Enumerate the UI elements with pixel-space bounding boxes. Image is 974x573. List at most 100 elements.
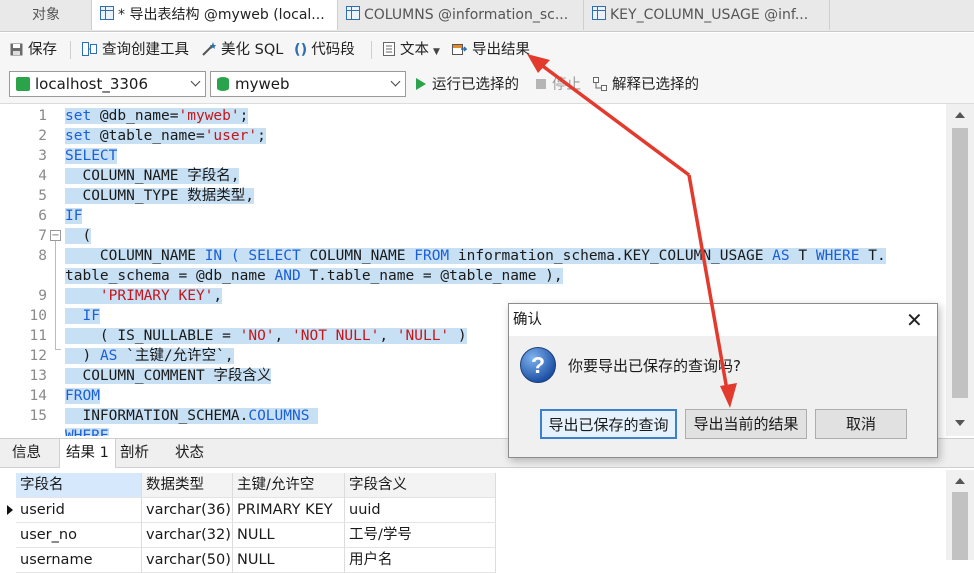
code-text: T. [859, 248, 886, 264]
export-results-button[interactable]: 导出结果 [452, 33, 530, 67]
keyword: WHERE [65, 428, 109, 436]
cancel-button[interactable]: 取消 [815, 409, 907, 439]
keyword: IF [82, 308, 100, 324]
table-cell[interactable]: user_no [16, 523, 142, 548]
close-icon[interactable]: ✕ [906, 304, 923, 336]
text-file-icon [383, 42, 395, 56]
query-tab-icon [100, 6, 114, 20]
string-literal: 'NO' [239, 328, 275, 344]
tab-columns[interactable]: COLUMNS @information_sc... [338, 0, 584, 30]
keyword: FROM [65, 388, 100, 404]
table-cell[interactable]: PRIMARY KEY [233, 498, 345, 523]
code-text: , [274, 328, 292, 344]
explain-selected-button[interactable]: 解释已选择的 [593, 68, 699, 102]
database-select[interactable]: myweb [210, 71, 406, 97]
text-button[interactable]: 文本 ▼ [383, 33, 440, 67]
tab-export-structure[interactable]: * 导出表结构 @myweb (local... [92, 0, 338, 30]
code-text: T.table_name = @table_name ), [300, 268, 563, 284]
table-cell[interactable]: userid [16, 498, 142, 523]
editor-scrollbar[interactable] [946, 104, 974, 436]
current-row-icon [7, 505, 13, 515]
tab-columns-label: COLUMNS @information_sc... [364, 7, 569, 23]
table-cell[interactable]: 用户名 [345, 548, 496, 573]
line-number: 2 [38, 128, 47, 144]
table-cell[interactable]: NULL [233, 548, 345, 573]
stop-icon [536, 79, 546, 89]
table-cell[interactable]: varchar(32) [142, 523, 233, 548]
database-value: myweb [235, 75, 290, 93]
keyword: WHERE [815, 248, 860, 264]
play-icon [416, 78, 426, 90]
keyword: set [65, 108, 92, 124]
scroll-thumb[interactable] [952, 492, 968, 560]
line-number: 6 [38, 208, 47, 224]
tab-objects[interactable]: 对象 [0, 0, 92, 30]
scroll-thumb[interactable] [952, 128, 968, 398]
snippet-button[interactable]: () 代码段 [294, 33, 355, 67]
scroll-up-icon[interactable] [955, 478, 965, 484]
grid-scrollbar[interactable] [946, 470, 974, 560]
code-text: COLUMN_COMMENT 字段含义 [82, 368, 272, 384]
table-cell[interactable]: 工号/学号 [345, 523, 496, 548]
save-label: 保存 [28, 42, 57, 58]
table-cell[interactable]: varchar(50) [142, 548, 233, 573]
tab-key-column-usage-label: KEY_COLUMN_USAGE @inf... [610, 7, 809, 23]
string-literal: 'myweb' [178, 108, 240, 124]
code-line: COLUMN_COMMENT 字段含义 [65, 366, 272, 386]
code-text: COLUMN_TYPE 数据类型, [82, 188, 254, 204]
line-number: 4 [38, 168, 47, 184]
keyword: IN [204, 248, 223, 264]
export-results-label: 导出结果 [472, 42, 530, 58]
tab-profile[interactable]: 剖析 [114, 439, 155, 467]
server-icon [16, 77, 30, 91]
table-cell[interactable]: uuid [345, 498, 496, 523]
toolbar-divider [70, 41, 71, 59]
tab-result-1[interactable]: 结果 1 [59, 439, 116, 468]
keyword: SELECT [65, 148, 118, 164]
line-number: 5 [38, 188, 47, 204]
column-header[interactable]: 字段含义 [345, 473, 496, 498]
code-text: ; [239, 108, 249, 124]
code-line: 'PRIMARY KEY', [65, 286, 223, 306]
table-cell[interactable]: NULL [233, 523, 345, 548]
export-saved-query-button[interactable]: 导出已保存的查询 [540, 409, 677, 439]
query-builder-button[interactable]: 查询创建工具 [82, 33, 189, 67]
column-header[interactable]: 主键/允许空 [233, 473, 345, 498]
line-number: 12 [29, 348, 47, 364]
fold-toggle-icon[interactable]: − [50, 230, 61, 241]
export-current-result-button[interactable]: 导出当前的结果 [685, 409, 807, 439]
code-text: T [789, 248, 816, 264]
column-header[interactable]: 数据类型 [142, 473, 233, 498]
column-header[interactable]: 字段名 [16, 473, 142, 498]
code-text: ( IS_NULLABLE = [99, 328, 240, 344]
scroll-up-icon[interactable] [955, 112, 965, 118]
scroll-down-icon[interactable] [955, 420, 965, 426]
code-line: IF [65, 306, 100, 326]
code-text: ) [449, 328, 467, 344]
tab-key-column-usage[interactable]: KEY_COLUMN_USAGE @inf... [584, 0, 830, 30]
run-selected-button[interactable]: 运行已选择的 [416, 68, 519, 102]
code-line: ) AS `主键/允许空`, [65, 346, 234, 366]
tab-info[interactable]: 信息 [6, 439, 47, 467]
string-literal: 'user' [204, 128, 258, 144]
line-number: 1 [38, 108, 47, 124]
table-cell[interactable]: varchar(36) [142, 498, 233, 523]
tab-status[interactable]: 状态 [169, 439, 210, 467]
code-text: ; [257, 128, 266, 144]
beautify-sql-button[interactable]: 美化 SQL [202, 33, 283, 67]
keyword: AS [99, 348, 118, 364]
stop-button[interactable]: 停止 [536, 68, 581, 102]
code-line: FROM [65, 386, 100, 406]
code-line: COLUMN_NAME 字段名, [65, 166, 240, 186]
code-line: table_schema = @db_name AND T.table_name… [65, 266, 563, 286]
line-number: 3 [38, 148, 47, 164]
code-text: COLUMN_NAME [99, 248, 205, 264]
save-button[interactable]: 保存 [10, 33, 57, 67]
code-text: `主键/允许空`, [117, 348, 234, 364]
confirm-dialog: 确认 ✕ ? 你要导出已保存的查询吗? 导出已保存的查询 导出当前的结果 取消 [508, 303, 938, 458]
server-select[interactable]: localhost_3306 [9, 71, 206, 97]
code-line: ( [65, 226, 92, 246]
explain-selected-label: 解释已选择的 [612, 77, 699, 93]
code-text: COLUMN_NAME 字段名, [82, 168, 240, 184]
table-cell[interactable]: username [16, 548, 142, 573]
